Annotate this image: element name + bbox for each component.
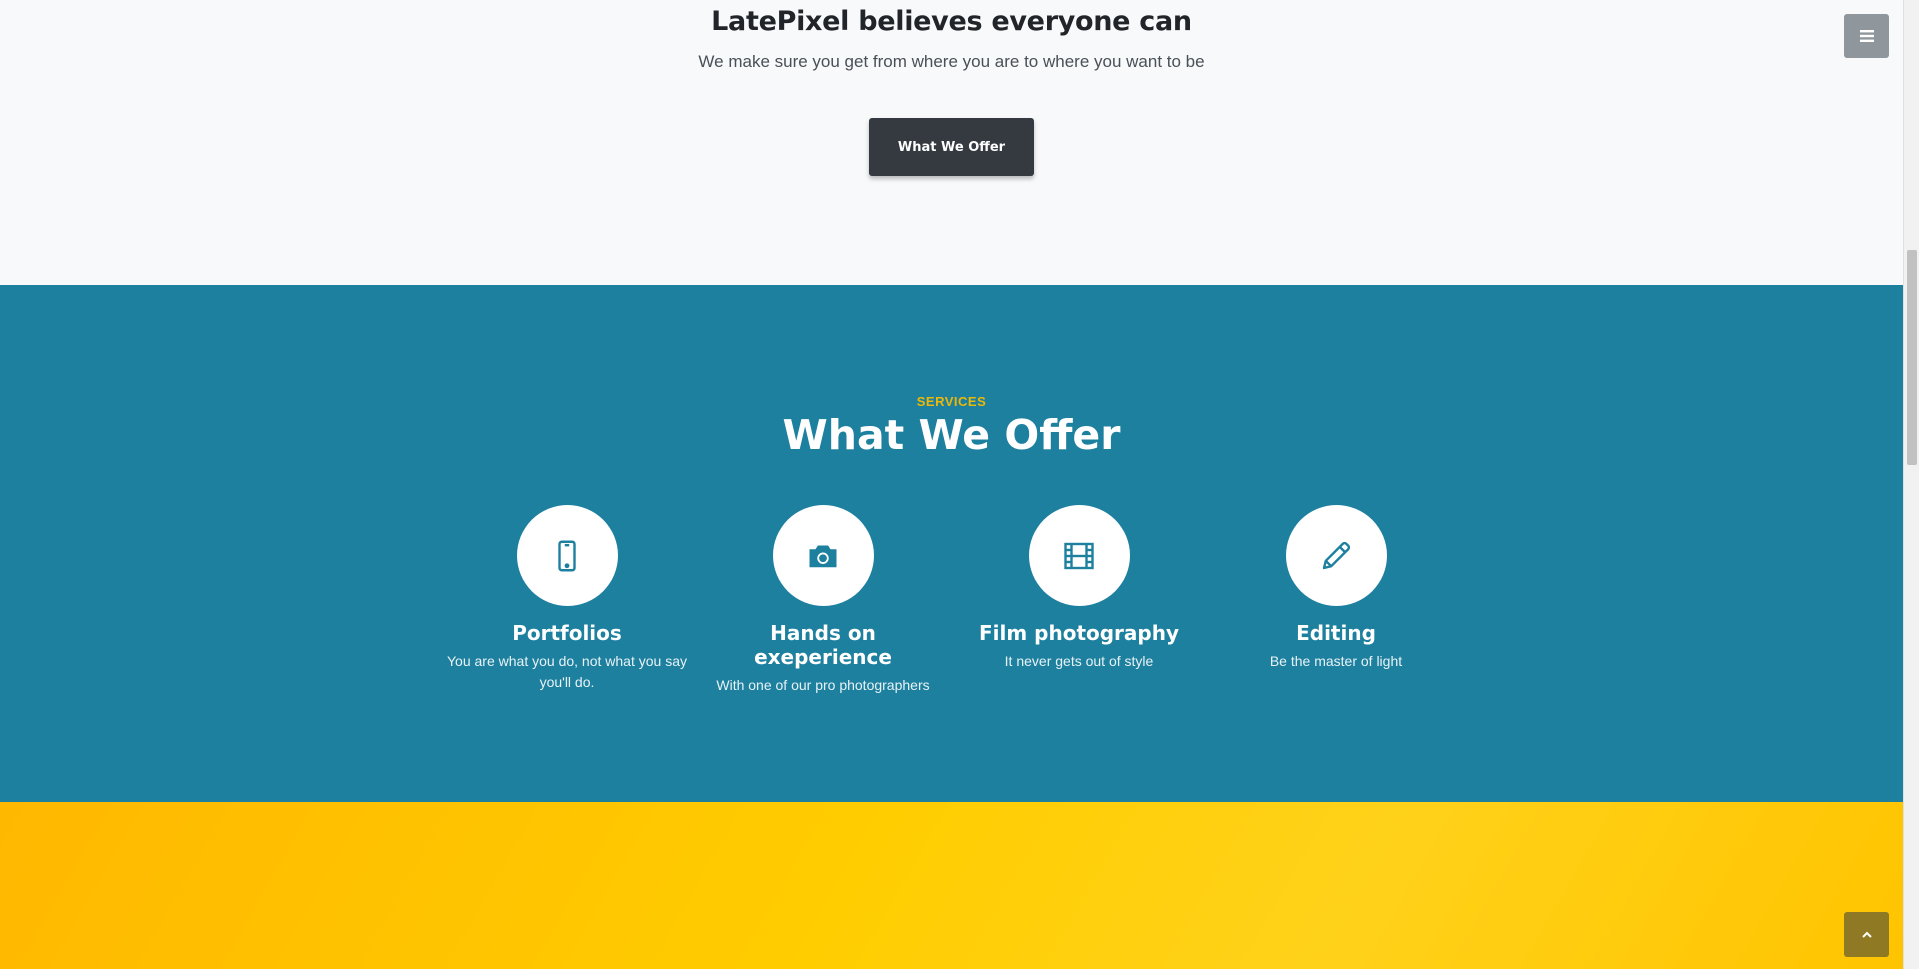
service-icon-circle [1028, 505, 1130, 606]
service-item-portfolios: Portfolios You are what you do, not what… [447, 505, 687, 693]
chevron-up-icon [1861, 931, 1872, 938]
about-subtitle: We make sure you get from where you are … [698, 52, 1205, 71]
service-title: Film photography [978, 621, 1180, 645]
services-section: SERVICES What We Offer Portfolios You ar… [0, 285, 1903, 802]
mobile-phone-icon [558, 540, 576, 571]
scroll-to-top-button[interactable] [1844, 912, 1889, 957]
service-text: It never gets out of style [1004, 653, 1154, 669]
service-title: Portfolios [512, 621, 622, 645]
what-we-offer-button[interactable]: What We Offer [869, 118, 1034, 176]
about-title: LatePixel believes everyone can [711, 6, 1192, 37]
page-scrollbar[interactable] [1903, 0, 1919, 969]
scrollbar-thumb[interactable] [1907, 250, 1917, 465]
service-text: Be the master of light [1269, 653, 1403, 669]
service-title: Hands on exeperience [754, 621, 892, 669]
service-item-film: Film photography It never gets out of st… [959, 505, 1199, 672]
film-icon [1064, 542, 1094, 569]
menu-toggle-button[interactable] [1844, 14, 1889, 58]
menu-bars-icon [1859, 30, 1874, 42]
callout-section [0, 802, 1903, 969]
services-eyebrow: SERVICES [916, 394, 987, 409]
service-icon-circle [772, 505, 874, 606]
service-text: With one of our pro photographers [716, 677, 930, 693]
service-title: Editing [1296, 621, 1376, 645]
service-icon-circle [1285, 505, 1387, 606]
about-section: LatePixel believes everyone can We make … [0, 0, 1903, 285]
service-text: You are what you do, not what you say yo… [447, 653, 687, 690]
service-item-editing: Editing Be the master of light [1216, 505, 1456, 672]
camera-icon [809, 545, 837, 567]
service-item-hands-on: Hands on exeperience With one of our pro… [703, 505, 943, 696]
services-title: What We Offer [782, 411, 1121, 459]
pencil-icon [1322, 541, 1351, 569]
page: LatePixel believes everyone can We make … [0, 0, 1903, 969]
service-icon-circle [516, 505, 618, 606]
